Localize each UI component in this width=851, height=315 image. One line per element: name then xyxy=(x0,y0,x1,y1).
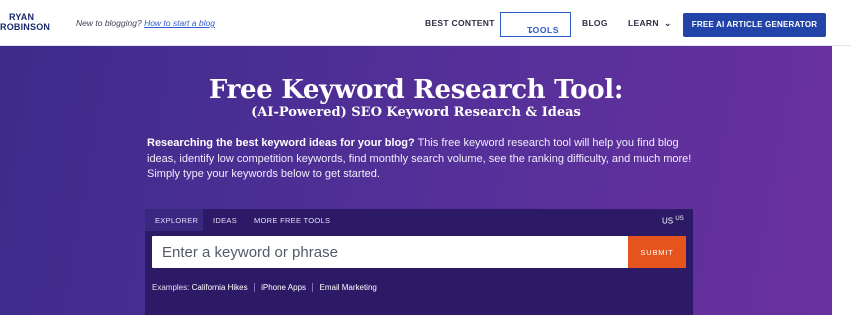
keyword-search-input[interactable] xyxy=(152,236,628,268)
description-bold: Researching the best keyword ideas for y… xyxy=(147,137,415,149)
page-title: Free Keyword Research Tool: xyxy=(208,75,624,105)
locale-selector[interactable]: US US xyxy=(662,216,684,226)
divider xyxy=(253,283,255,293)
tab-explorer[interactable]: EXPLORER xyxy=(155,216,198,225)
examples-row: Examples: California Hikes iPhone Apps E… xyxy=(152,283,377,293)
nav-blog[interactable]: BLOG xyxy=(582,18,608,28)
page-subtitle: (AI-Powered) SEO Keyword Research & Idea… xyxy=(251,105,581,120)
submit-label: SUBMIT xyxy=(640,248,674,257)
cta-label: FREE AI ARTICLE GENERATOR xyxy=(691,20,818,29)
free-ai-article-generator-button[interactable]: FREE AI ARTICLE GENERATOR xyxy=(683,13,826,37)
start-blog-link[interactable]: How to start a blog xyxy=(144,18,215,28)
keyword-tool-panel: EXPLORER IDEAS MORE FREE TOOLS US US SUB… xyxy=(145,209,693,315)
logo-line2: ROBINSON xyxy=(0,21,51,32)
nav-best-content[interactable]: BEST CONTENT xyxy=(425,18,495,28)
example-iphone-apps[interactable]: iPhone Apps xyxy=(261,283,306,292)
chevron-down-icon: ⌄ xyxy=(664,18,672,28)
nav-tools-label: TOOLS ⌄ xyxy=(527,25,560,35)
hero-section: Free Keyword Research Tool: (AI-Powered)… xyxy=(0,46,832,315)
divider xyxy=(312,283,314,293)
examples-label: Examples: xyxy=(152,283,190,292)
tab-more-free-tools[interactable]: MORE FREE TOOLS xyxy=(254,216,330,225)
tab-ideas[interactable]: IDEAS xyxy=(213,216,237,225)
search-row: SUBMIT xyxy=(152,236,686,268)
hero-description: Researching the best keyword ideas for y… xyxy=(147,136,692,183)
example-email-marketing[interactable]: Email Marketing xyxy=(320,283,377,292)
example-california-hikes[interactable]: California Hikes xyxy=(192,283,248,292)
tagline-text: New to blogging? xyxy=(76,18,142,28)
submit-button[interactable]: SUBMIT xyxy=(628,236,686,268)
nav-learn-dropdown[interactable]: LEARN ⌄ xyxy=(628,18,672,29)
site-logo[interactable]: RYAN ROBINSON xyxy=(0,12,64,35)
top-nav: RYAN ROBINSON New to blogging? How to st… xyxy=(0,0,851,46)
page-edge xyxy=(832,46,851,315)
chevron-down-icon: ⌄ xyxy=(527,25,535,35)
tagline: New to blogging? How to start a blog xyxy=(76,18,215,28)
locale-flag: US xyxy=(675,216,684,222)
nav-tools-dropdown[interactable]: TOOLS ⌄ xyxy=(500,12,571,37)
